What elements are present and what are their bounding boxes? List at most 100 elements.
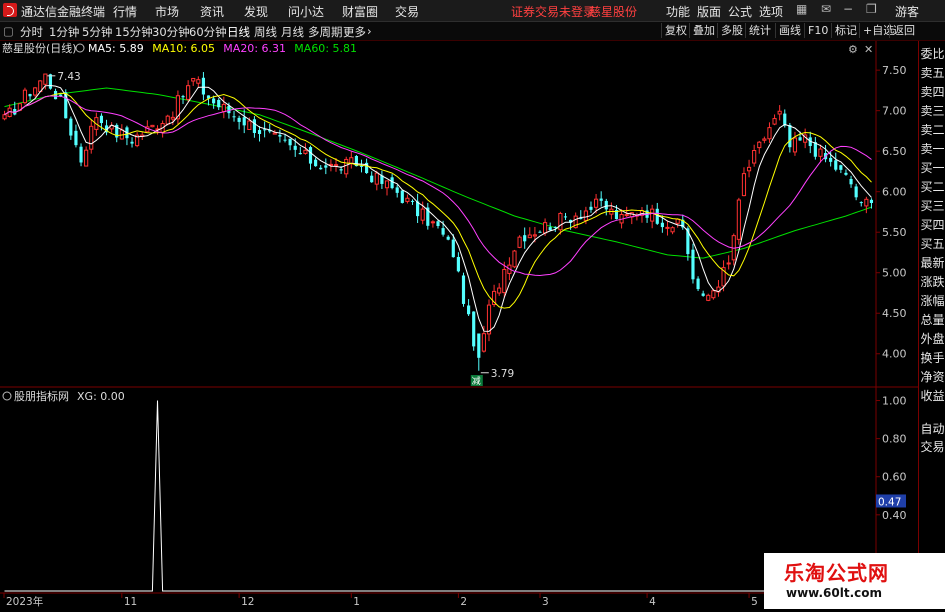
candle-body-up (624, 214, 629, 217)
tab-multi-period[interactable]: 多周期 (308, 24, 343, 40)
tab-weekly[interactable]: 周线 (254, 24, 277, 40)
side-ask2[interactable]: 卖二 (920, 123, 945, 137)
candle-body-up (221, 103, 226, 113)
menu-options[interactable]: 选项 (759, 3, 783, 20)
candle-body-up (89, 125, 94, 150)
tab-60min[interactable]: 60分钟 (189, 24, 227, 40)
candle-body-up (247, 120, 252, 130)
side-volume[interactable]: 总量 (920, 313, 945, 327)
candle-body-down (788, 124, 792, 148)
candle-body-up (165, 115, 170, 125)
candle-body-up (594, 198, 599, 208)
legend-value: 6.31 (262, 42, 287, 55)
menu-discover[interactable]: 发现 (244, 3, 268, 20)
side-bid2[interactable]: 买二 (920, 180, 945, 194)
side-bid1[interactable]: 买一 (920, 161, 945, 175)
window-mail-icon[interactable]: ✉ (821, 2, 831, 16)
side-bid4[interactable]: 买四 (920, 218, 945, 232)
side-change-pct[interactable]: 涨幅 (920, 294, 945, 308)
side-bid5[interactable]: 买五 (920, 237, 945, 251)
side-net-assets[interactable]: 净资 (920, 370, 945, 384)
side-ask5[interactable]: 卖五 (920, 66, 945, 80)
menu-ask[interactable]: 问小达 (288, 3, 324, 20)
tab-30min[interactable]: 30分钟 (152, 24, 190, 40)
side-latest[interactable]: 最新 (920, 256, 945, 270)
candle-body-up (762, 138, 767, 141)
overlay-button[interactable]: 叠加 (689, 23, 718, 38)
tab-monthly[interactable]: 月线 (281, 24, 304, 40)
candle-body-up (84, 149, 89, 167)
candle-body-down (563, 216, 568, 218)
side-ask4[interactable]: 卖四 (920, 85, 945, 99)
tab-more[interactable]: 更多 (343, 24, 366, 40)
window-minimize-icon[interactable]: − (843, 2, 853, 16)
side-auto-button[interactable]: 自动 (920, 422, 945, 436)
candle-body-up (22, 89, 28, 104)
side-outer-volume[interactable]: 外盘 (920, 332, 945, 346)
candle-body-down (263, 129, 267, 131)
candle-body-down (227, 105, 231, 114)
legend-name: MA60 (294, 42, 325, 55)
price-tick-label: 6.00 (882, 186, 907, 199)
side-change[interactable]: 涨跌 (920, 275, 945, 289)
candle-body-down (339, 169, 343, 171)
menu-market[interactable]: 市场 (155, 3, 179, 20)
menu-wealth[interactable]: 财富圈 (342, 3, 378, 20)
xg-indicator-line (4, 400, 872, 592)
side-bid3[interactable]: 买三 (920, 199, 945, 213)
menu-formula[interactable]: 公式 (728, 3, 752, 20)
tab-15min[interactable]: 15分钟 (115, 24, 153, 40)
side-commission-ratio[interactable]: 委比 (920, 47, 945, 61)
multi-stock-button[interactable]: 多股 (717, 23, 746, 38)
rights-adjust-button[interactable]: 复权 (661, 23, 690, 38)
chart-area[interactable]: 7.50 7.00 6.50 6.00 5.50 5.00 4.50 4.00 1.00 0.80… (0, 41, 918, 609)
menu-functions[interactable]: 功能 (666, 3, 690, 20)
tab-intraday[interactable]: 分时 (20, 24, 43, 40)
window-restore-icon[interactable]: ❐ (866, 2, 877, 16)
toolbar-menu-icon[interactable]: ▢ (3, 24, 14, 38)
stock-name-title: 慈星股份 (589, 5, 638, 19)
quote-side-panel: 委比 卖五 卖四 卖三 卖二 卖一 买一 买二 买三 买四 买五 最新 涨跌 涨… (918, 41, 945, 609)
side-turnover[interactable]: 换手 (920, 351, 945, 365)
candle-body-up (497, 287, 502, 294)
candle-body-down (477, 333, 481, 358)
candle-body-down (308, 147, 313, 164)
tab-1min[interactable]: 1分钟 (49, 24, 79, 40)
f10-button[interactable]: F10 (804, 23, 831, 38)
tab-5min[interactable]: 5分钟 (82, 24, 112, 40)
ma60-layer (4, 87, 872, 259)
user-label[interactable]: 游客 (895, 3, 919, 20)
kline-chart-svg[interactable]: 7.50 7.00 6.50 6.00 5.50 5.00 4.50 4.00 1.00 0.80… (0, 41, 918, 609)
tab-daily[interactable]: 日线 (227, 24, 250, 40)
statistics-button[interactable]: 统计 (745, 23, 774, 38)
candle-body-down (237, 117, 241, 122)
side-earnings[interactable]: 收益 (920, 389, 945, 403)
legend-name: MA5 (88, 42, 112, 55)
candle-body-down (217, 99, 221, 108)
more-chevron-icon[interactable]: › (367, 24, 372, 38)
side-trade-button[interactable]: 交易 (920, 440, 945, 454)
price-tick-label: 6.50 (882, 145, 907, 158)
menu-news[interactable]: 资讯 (200, 3, 224, 20)
candle-body-down (74, 130, 78, 146)
login-notice[interactable]: 证券交易未登录 (511, 3, 595, 20)
menu-layout[interactable]: 版面 (697, 3, 721, 20)
menu-market-quotes[interactable]: 行情 (113, 3, 137, 20)
candle-body-down (278, 134, 282, 137)
side-ask3[interactable]: 卖三 (920, 104, 945, 118)
window-grid-icon[interactable]: ▦ (796, 2, 807, 16)
menu-trade[interactable]: 交易 (395, 3, 419, 20)
candle-body-up (349, 157, 354, 164)
side-ask1[interactable]: 卖一 (920, 142, 945, 156)
time-tick-label: 5 (751, 596, 758, 608)
candle-body-down (446, 236, 450, 240)
high-price-label: 7.43 (57, 71, 80, 83)
candle-body-up (670, 227, 675, 233)
draw-line-button[interactable]: 画线 (775, 23, 804, 38)
mark-button[interactable]: 标记 (831, 23, 860, 38)
legend-value: 5.89 (119, 42, 144, 55)
candle-body-down (451, 239, 455, 258)
candle-body-up (517, 236, 522, 248)
ma10-line (4, 92, 872, 309)
back-button[interactable]: 返回 (889, 23, 918, 38)
